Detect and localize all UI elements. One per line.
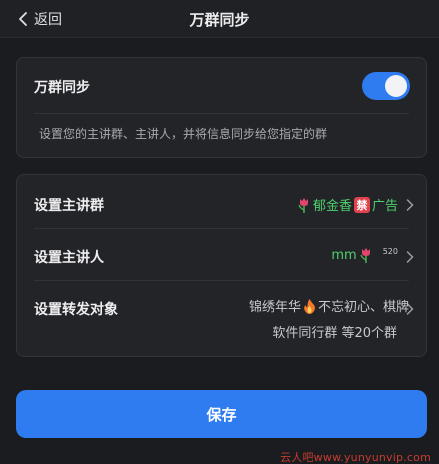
sync-label: 万群同步 [34,80,90,96]
save-button[interactable]: 保存 [16,390,427,438]
forward-value: 锦绣年华 不忘初心、棋牌 [249,296,409,315]
tulip-icon [298,197,308,213]
sync-card: 万群同步 设置您的主讲群、主讲人，并将信息同步给您指定的群 [16,57,427,158]
forward-group-1: 锦绣年华 [248,300,301,315]
page: 返回 万群同步 万群同步 设置您的主讲群、主讲人，并将信息同步给您指定的群 设置… [0,0,439,464]
forward-value-line2: 软件同行群 等20个群 [272,326,397,341]
main-group-row[interactable]: 设置主讲群 郁金香 禁 广告 [17,177,428,229]
toggle-knob [385,75,407,97]
chevron-right-icon [406,199,414,211]
fire-icon [304,298,315,314]
speaker-label: 设置主讲人 [34,250,104,266]
speaker-suffix: 520 [382,246,398,256]
top-bar: 返回 万群同步 [0,0,439,38]
forward-row[interactable]: 设置转发对象 [17,281,428,353]
ban-badge: 禁 [353,196,370,213]
forward-group-2: 不忘初心、棋牌 [317,300,409,315]
chevron-right-icon [406,251,414,263]
speaker-value: mm 520 [331,247,398,263]
speaker-name: mm [331,247,357,263]
sync-description: 设置您的主讲群、主讲人，并将信息同步给您指定的群 [39,127,328,141]
main-group-label: 设置主讲群 [34,198,104,214]
divider [34,113,409,114]
page-title: 万群同步 [189,11,250,29]
forward-label: 设置转发对象 [34,302,118,318]
tulip-icon [360,248,370,263]
main-group-name: 郁金香 [312,199,352,214]
watermark: 云人吧www.yunyunvip.com [280,451,431,464]
speaker-row[interactable]: 设置主讲人 mm 520 [17,229,428,281]
sync-toggle[interactable] [362,72,410,100]
main-group-value: 郁金香 禁 广告 [295,195,398,214]
main-group-tag: 广告 [371,199,398,214]
